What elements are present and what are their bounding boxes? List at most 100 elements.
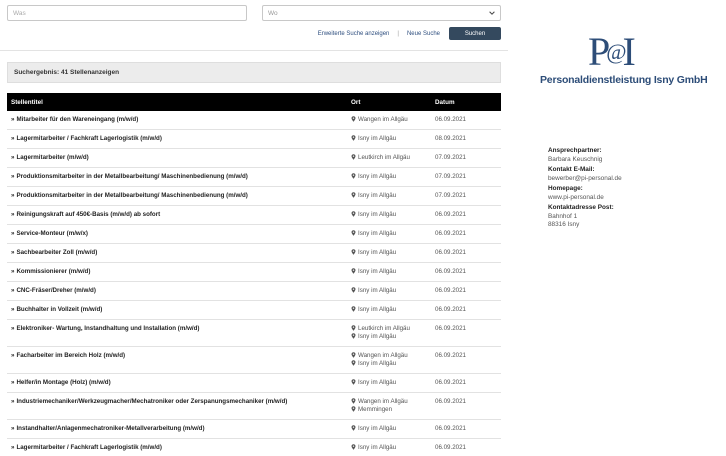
job-title-cell[interactable]: » Sachbearbeiter Zoll (m/w/d) (7, 243, 347, 263)
chevron-right-icon: » (11, 154, 15, 161)
job-location-text: Memmingen (358, 406, 393, 413)
job-location-cell: Wangen im Allgäu (347, 111, 431, 130)
job-title-link[interactable]: Produktionsmitarbeiter in der Metallbear… (16, 173, 247, 180)
search-button[interactable]: Suchen (449, 27, 501, 40)
job-title-link[interactable]: CNC-Fräser/Dreher (m/w/d) (16, 287, 95, 294)
job-title-cell[interactable]: » Lagermitarbeiter / Fachkraft Lagerlogis… (7, 438, 347, 456)
map-pin-icon (351, 352, 356, 358)
job-title-cell[interactable]: » Elektroniker- Wartung, Instandhaltung u… (7, 319, 347, 347)
divider (0, 50, 508, 51)
map-pin-icon (351, 398, 356, 404)
job-location-text: Isny im Allgäu (358, 230, 397, 237)
job-title-cell[interactable]: » Lagermitarbeiter (m/w/d) (7, 148, 347, 168)
job-title-link[interactable]: Industriemechaniker/Werkzeugmacher/Mecha… (16, 398, 287, 405)
contact-homepage[interactable]: www.pi-personal.de (548, 194, 622, 203)
table-row[interactable]: » Lagermitarbeiter / Fachkraft Lagerlogis… (7, 438, 501, 456)
table-row[interactable]: » Lagermitarbeiter / Fachkraft Lagerlogis… (7, 129, 501, 149)
job-location-cell: Isny im Allgäu (347, 167, 431, 187)
logo-mark-i: I (622, 29, 636, 74)
job-location: Isny im Allgäu (351, 360, 427, 368)
table-row[interactable]: » Sachbearbeiter Zoll (m/w/d) Isny im Allg… (7, 243, 501, 263)
job-date-cell: 06.09.2021 (431, 373, 501, 393)
job-title-link[interactable]: Reinigungskraft auf 450€-Basis (m/w/d) a… (16, 211, 160, 218)
header-location[interactable]: Ort (347, 93, 431, 111)
job-location-cell: Isny im Allgäu (347, 224, 431, 244)
job-location-cell: Isny im Allgäu (347, 281, 431, 301)
job-location-text: Wangen im Allgäu (358, 352, 408, 359)
advanced-search-link[interactable]: Erweiterte Suche anzeigen (318, 31, 390, 37)
job-title-cell[interactable]: » Produktionsmitarbeiter in der Metallbea… (7, 186, 347, 206)
table-row[interactable]: » Produktionsmitarbeiter in der Metallbea… (7, 167, 501, 187)
job-title-link[interactable]: Elektroniker- Wartung, Instandhaltung un… (16, 325, 199, 332)
table-row[interactable]: » Buchhalter in Vollzeit (m/w/d) Isny im A… (7, 300, 501, 320)
table-row[interactable]: » Lagermitarbeiter (m/w/d) Leutkirch im Al… (7, 148, 501, 168)
job-location: Isny im Allgäu (351, 306, 427, 314)
job-title-cell[interactable]: » Facharbeiter im Bereich Holz (m/w/d) (7, 346, 347, 374)
job-title-cell[interactable]: » Helfer/in Montage (Holz) (m/w/d) (7, 373, 347, 393)
table-row[interactable]: » CNC-Fräser/Dreher (m/w/d) Isny im Allgäu… (7, 281, 501, 301)
header-date[interactable]: Datum (431, 93, 501, 111)
job-location-cell: Isny im Allgäu (347, 373, 431, 393)
job-title-link[interactable]: Buchhalter in Vollzeit (m/w/d) (16, 306, 102, 313)
table-row[interactable]: » Helfer/in Montage (Holz) (m/w/d) Isny im… (7, 373, 501, 393)
separator: | (397, 30, 399, 37)
table-row[interactable]: » Instandhalter/Anlagenmechatroniker-Meta… (7, 419, 501, 439)
job-title-cell[interactable]: » Instandhalter/Anlagenmechatroniker-Meta… (7, 419, 347, 439)
job-title-cell[interactable]: » Industriemechaniker/Werkzeugmacher/Mech… (7, 392, 347, 420)
job-title-cell[interactable]: » Produktionsmitarbeiter in der Metallbea… (7, 167, 347, 187)
map-pin-icon (351, 173, 356, 179)
job-title-link[interactable]: Produktionsmitarbeiter in der Metallbear… (16, 192, 247, 199)
table-row[interactable]: » Elektroniker- Wartung, Instandhaltung u… (7, 319, 501, 347)
header-title[interactable]: Stellentitel (7, 93, 347, 111)
job-title-link[interactable]: Mitarbeiter für den Wareneingang (m/w/d) (16, 116, 138, 123)
job-location: Isny im Allgäu (351, 425, 427, 433)
chevron-right-icon: » (11, 268, 15, 275)
search-actions: Erweiterte Suche anzeigen | Neue Suche S… (318, 27, 501, 40)
job-date-cell: 06.09.2021 (431, 419, 501, 439)
job-title-cell[interactable]: » Mitarbeiter für den Wareneingang (m/w/d… (7, 111, 347, 130)
search-where-select[interactable]: Wo (262, 5, 501, 21)
job-location: Wangen im Allgäu (351, 116, 427, 124)
job-location-text: Isny im Allgäu (358, 135, 397, 142)
job-title-link[interactable]: Helfer/in Montage (Holz) (m/w/d) (16, 379, 110, 386)
table-row[interactable]: » Reinigungskraft auf 450€-Basis (m/w/d) … (7, 205, 501, 225)
table-row[interactable]: » Produktionsmitarbeiter in der Metallbea… (7, 186, 501, 206)
job-title-cell[interactable]: » Reinigungskraft auf 450€-Basis (m/w/d) … (7, 205, 347, 225)
job-title-cell[interactable]: » Kommissionierer (m/w/d) (7, 262, 347, 282)
job-title-link[interactable]: Kommissionierer (m/w/d) (16, 268, 90, 275)
job-date-cell: 07.09.2021 (431, 186, 501, 206)
job-title-link[interactable]: Service-Monteur (m/w/x) (16, 230, 88, 237)
chevron-right-icon: » (11, 116, 15, 123)
job-title-link[interactable]: Lagermitarbeiter / Fachkraft Lagerlogist… (16, 135, 161, 142)
job-location: Isny im Allgäu (351, 444, 427, 452)
contact-person: Barbara Keuschnig (548, 155, 603, 163)
contact-email[interactable]: bewerber@pi-personal.de (548, 175, 622, 184)
table-row[interactable]: » Industriemechaniker/Werkzeugmacher/Mech… (7, 392, 501, 420)
table-row[interactable]: » Facharbeiter im Bereich Holz (m/w/d) Wan… (7, 346, 501, 374)
job-title-link[interactable]: Facharbeiter im Bereich Holz (m/w/d) (16, 352, 125, 359)
map-pin-icon (351, 135, 356, 141)
job-title-cell[interactable]: » CNC-Fräser/Dreher (m/w/d) (7, 281, 347, 301)
job-date-cell: 06.09.2021 (431, 224, 501, 244)
search-what-input[interactable] (7, 5, 247, 21)
chevron-right-icon: » (11, 135, 15, 142)
map-pin-icon (351, 287, 356, 293)
job-date-cell: 06.09.2021 (431, 346, 501, 374)
table-row[interactable]: » Service-Monteur (m/w/x) Isny im Allgäu 06… (7, 224, 501, 244)
contact-city: 88316 Isny (548, 221, 580, 228)
job-title-link[interactable]: Sachbearbeiter Zoll (m/w/d) (16, 249, 97, 256)
contact-panel: Ansprechpartner: Barbara Keuschnig Konta… (548, 147, 622, 230)
table-row[interactable]: » Mitarbeiter für den Wareneingang (m/w/d… (7, 111, 501, 130)
table-row[interactable]: » Kommissionierer (m/w/d) Isny im Allgäu 06… (7, 262, 501, 282)
job-title-cell[interactable]: » Lagermitarbeiter / Fachkraft Lagerlogis… (7, 129, 347, 149)
new-search-link[interactable]: Neue Suche (407, 31, 440, 37)
job-title-link[interactable]: Lagermitarbeiter (m/w/d) (16, 154, 88, 161)
job-location-cell: Isny im Allgäu (347, 129, 431, 149)
job-title-cell[interactable]: » Service-Monteur (m/w/x) (7, 224, 347, 244)
map-pin-icon (351, 249, 356, 255)
job-title-link[interactable]: Instandhalter/Anlagenmechatroniker-Metal… (16, 425, 204, 432)
job-title-link[interactable]: Lagermitarbeiter / Fachkraft Lagerlogist… (16, 444, 161, 451)
job-location-text: Isny im Allgäu (358, 211, 397, 218)
job-title-cell[interactable]: » Buchhalter in Vollzeit (m/w/d) (7, 300, 347, 320)
job-date-cell: 06.09.2021 (431, 243, 501, 263)
